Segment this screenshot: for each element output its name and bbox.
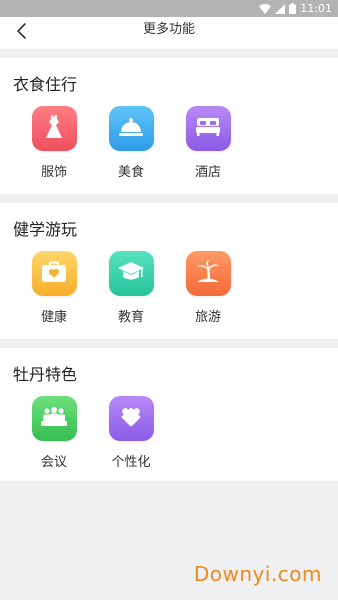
section-title: 健学游玩	[13, 220, 78, 239]
icon-tile	[108, 251, 154, 296]
status-time: 11:01	[300, 2, 332, 15]
food-cloche-icon	[118, 116, 144, 142]
item-label: 服饰	[40, 165, 67, 180]
section-title: 衣食住行	[13, 75, 78, 94]
palm-tree-icon	[195, 259, 221, 288]
graduation-cap-icon	[117, 261, 145, 287]
status-bar: 11:01	[0, 0, 338, 17]
grid-item-meeting[interactable]: 会议	[24, 396, 84, 470]
signal-icon	[275, 3, 286, 14]
battery-icon	[289, 3, 297, 14]
section-health-study-play: 健学游玩 健康 教育 旅游	[0, 203, 338, 339]
dress-icon	[42, 114, 66, 144]
icon-tile	[108, 396, 154, 441]
item-label: 酒店	[194, 165, 221, 180]
section-clothing-food-housing-travel: 衣食住行 服饰 美食 酒店	[0, 58, 338, 194]
icon-tile	[31, 251, 77, 296]
item-label: 会议	[40, 455, 67, 470]
item-label: 旅游	[194, 310, 221, 325]
section-peony-features: 牡丹特色 会议 个性化	[0, 348, 338, 481]
icon-tile	[185, 251, 231, 296]
icon-tile	[31, 396, 77, 441]
bed-icon	[195, 117, 221, 141]
grid-item-health[interactable]: 健康	[24, 251, 84, 325]
grid-item-education[interactable]: 教育	[101, 251, 161, 325]
page-title: 更多功能	[142, 22, 195, 37]
item-label: 教育	[117, 310, 144, 325]
meeting-people-icon	[40, 406, 68, 432]
status-icons: 11:01	[259, 2, 332, 15]
item-label: 健康	[40, 310, 67, 325]
grid-item-personalization[interactable]: 个性化	[101, 396, 161, 470]
icon-tile	[31, 106, 77, 151]
grid-item-food[interactable]: 美食	[101, 106, 161, 180]
watermark-text: Downyi.com	[193, 562, 322, 586]
section-title: 牡丹特色	[13, 365, 78, 384]
item-label: 美食	[117, 165, 144, 180]
item-label: 个性化	[111, 455, 151, 470]
icon-tile	[185, 106, 231, 151]
medical-kit-icon	[41, 261, 67, 287]
nav-bar: 更多功能	[0, 17, 338, 49]
icon-tile	[108, 106, 154, 151]
wifi-icon	[259, 3, 272, 14]
grid-item-hotel[interactable]: 酒店	[178, 106, 238, 180]
grid-item-fashion[interactable]: 服饰	[24, 106, 84, 180]
puzzle-icon	[118, 404, 144, 434]
grid-item-travel[interactable]: 旅游	[178, 251, 238, 325]
